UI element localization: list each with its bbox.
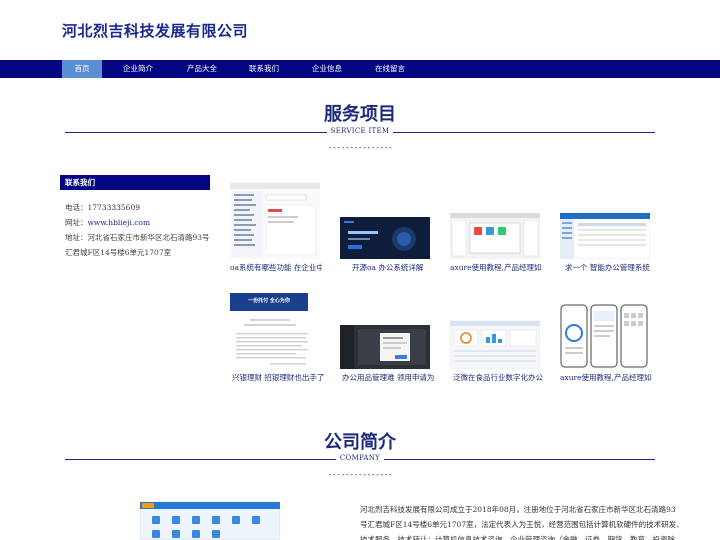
nav-item-products[interactable]: 产品大全 — [182, 60, 222, 78]
product-thumb-wealth[interactable]: 一份托付 全心为你 — [230, 293, 320, 369]
header: 河北烈吉科技发展有限公司 — [0, 0, 720, 60]
contact-address: 地址：河北省石家庄市新华区北石清路93号 — [65, 233, 210, 242]
product-thumb-smart-office[interactable] — [560, 183, 650, 259]
product-caption[interactable]: 办公用品管理难 领用申请为 — [342, 372, 434, 383]
company-image — [140, 500, 280, 540]
services-title: 服务项目 — [324, 104, 396, 125]
contact-phone: 电话：17733335609 — [65, 203, 140, 212]
nav-item-contact[interactable]: 联系我们 — [244, 60, 284, 78]
product-caption[interactable]: oa系统有哪些功能 在企业中 — [230, 262, 322, 273]
product-thumb-open-oa[interactable] — [340, 183, 430, 259]
services-dashes: --------------- — [327, 143, 393, 152]
nav-item-info[interactable]: 企业信息 — [307, 60, 347, 78]
company-subtitle: COMPANY — [0, 454, 720, 462]
nav-item-home[interactable]: 首页 — [62, 60, 102, 78]
product-thumb-food-industry[interactable] — [450, 293, 540, 369]
nav-item-about[interactable]: 企业简介 — [118, 60, 158, 78]
website-link[interactable]: www.hblieji.com — [88, 218, 151, 227]
contact-web: 网址：www.hblieji.com — [65, 218, 151, 227]
product-caption[interactable]: 开源oa 办公系统详解 — [352, 262, 444, 273]
thumb-banner-text: 一份托付 全心为你 — [248, 298, 290, 304]
contact-heading: 联系我们 — [60, 175, 210, 190]
services-subtitle: SERVICE ITEM — [0, 127, 720, 135]
product-caption[interactable]: axure使用教程,产品经理如何 — [450, 262, 542, 273]
product-caption[interactable]: 兴银理财 招银理财也出手了 — [232, 372, 324, 383]
main-nav: 首页 企业简介 产品大全 联系我们 企业信息 在线留言 — [0, 60, 720, 78]
product-caption[interactable]: axure使用教程,产品经理如何 — [560, 372, 652, 383]
product-thumb-oa-functions[interactable] — [230, 183, 320, 259]
product-thumb-axure-mobile[interactable] — [560, 293, 650, 369]
product-caption[interactable]: 求一个 智能办公管理系统 — [565, 262, 657, 273]
company-title: 公司简介 — [324, 432, 396, 453]
contact-address-2: 汇君城F区14号楼6单元1707室 — [65, 248, 172, 257]
nav-item-message[interactable]: 在线留言 — [370, 60, 410, 78]
product-caption[interactable]: 泛微在食品行业数字化办公 — [453, 372, 545, 383]
product-thumb-supplies[interactable] — [340, 293, 430, 369]
company-dashes: --------------- — [327, 470, 393, 479]
company-intro: 河北烈吉科技发展有限公司成立于2018年08月，注册地位于河北省石家庄市新华区北… — [360, 505, 684, 540]
product-thumb-axure-1[interactable] — [450, 183, 540, 259]
site-title[interactable]: 河北烈吉科技发展有限公司 — [62, 20, 248, 41]
